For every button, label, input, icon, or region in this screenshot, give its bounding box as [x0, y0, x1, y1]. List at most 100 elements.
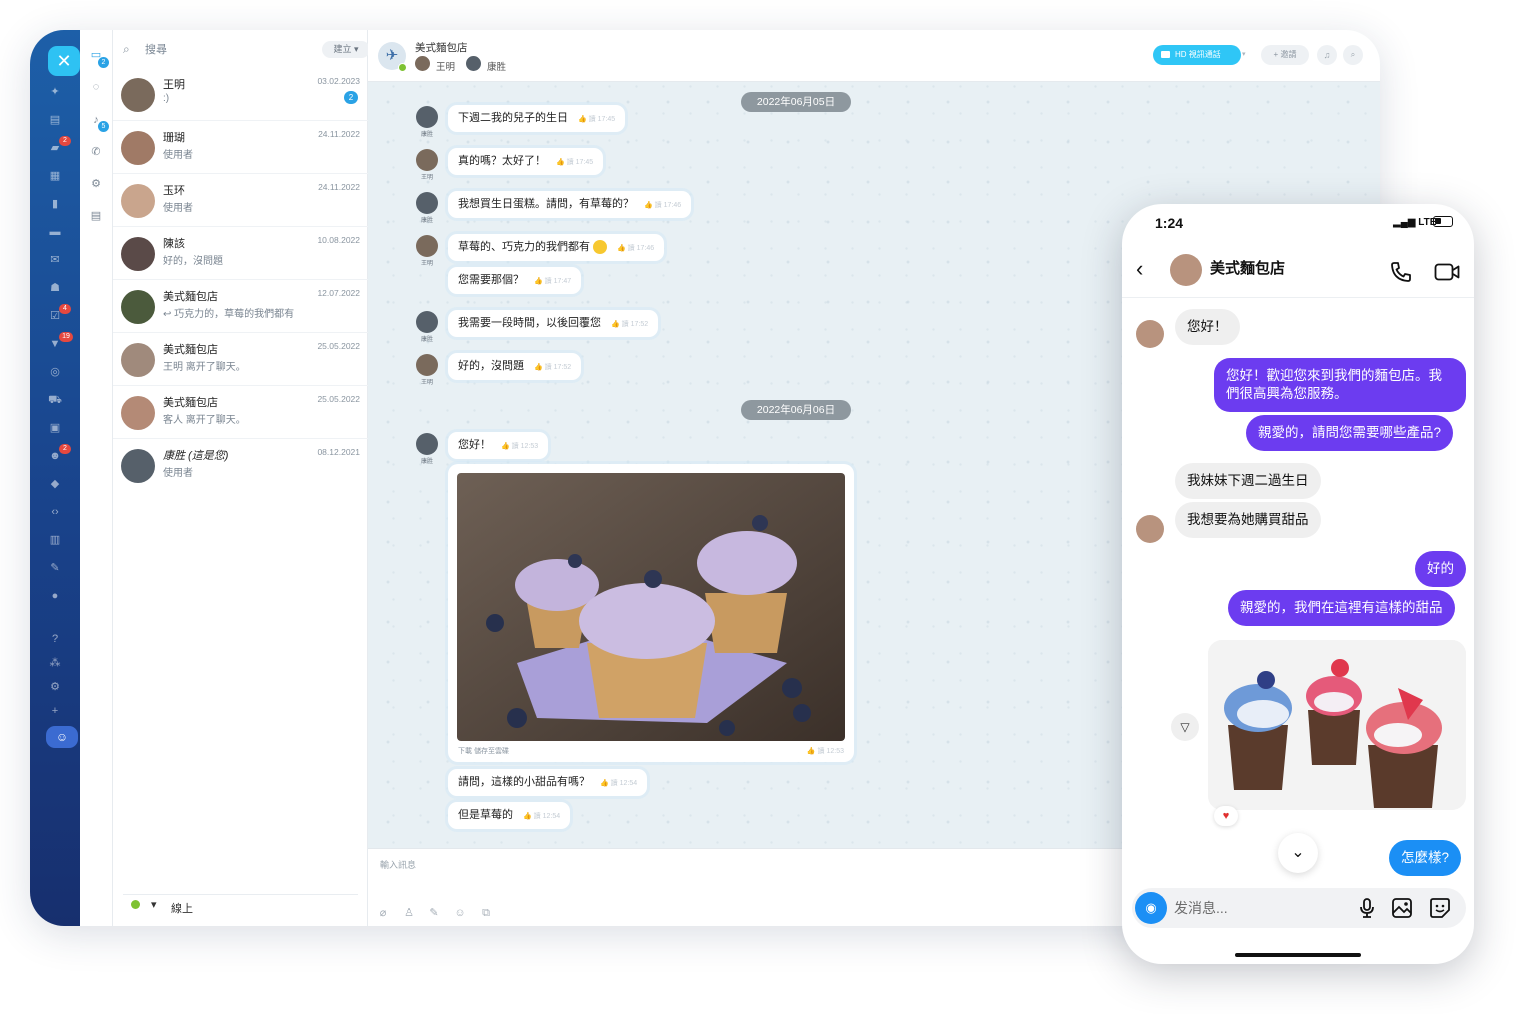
target-icon[interactable]: ◎ [48, 365, 62, 379]
gallery-icon[interactable] [1390, 896, 1414, 920]
attach-icon[interactable]: ⌀ [376, 906, 390, 920]
image-message[interactable]: 下載 儲存至雲碟 👍 讀 12:53 [448, 464, 854, 762]
phone-chat-title[interactable]: 美式麵包店 [1210, 257, 1285, 278]
battery-icon [1433, 216, 1453, 227]
contact-preview: 使用者 [163, 150, 193, 161]
contact-item[interactable]: 玉环 使用者 24.11.2022 [113, 174, 368, 227]
contact-item[interactable]: 美式麵包店 ↩ 巧克力的，草莓的我們都有 12.07.2022 [113, 280, 368, 333]
message-text: 您好！ [458, 439, 491, 451]
contact-date: 12.07.2022 [317, 288, 360, 298]
invite-button[interactable]: + 邀請 [1261, 45, 1309, 65]
message-bubble[interactable]: 您好！ 👍 讀 12:53 [448, 432, 549, 459]
help-icon[interactable]: ? [48, 632, 62, 646]
user-avatar-icon[interactable]: ☺ [46, 726, 78, 748]
tasks-icon[interactable]: ▤ [48, 113, 62, 127]
message-bubble[interactable]: 您好！ [1175, 309, 1240, 345]
message-bubble[interactable]: 真的嗎？太好了！ 👍 讀 17:45 [448, 148, 604, 175]
phone-icon[interactable]: ✆ [89, 145, 103, 159]
search-in-chat-icon[interactable]: ⌕ [1343, 45, 1363, 65]
message-bubble[interactable]: 親愛的，我們在這裡有這樣的甜品 [1228, 590, 1455, 626]
chevron-down-icon[interactable]: ▾ [1242, 45, 1252, 65]
person-icon[interactable]: ♙ [402, 906, 416, 920]
message-input[interactable] [380, 857, 980, 873]
contact-card-icon[interactable]: ▣ [48, 421, 62, 435]
copy-icon[interactable]: ⧉ [479, 906, 493, 920]
message-bubble[interactable]: 我妹妹下週二過生日 [1175, 463, 1321, 499]
message-time: 👍 讀 12:53 [806, 748, 844, 755]
avatar-caption: 康胜 [420, 459, 433, 465]
cube-icon[interactable]: ◆ [48, 477, 62, 491]
document-icon[interactable]: ▮ [48, 197, 62, 211]
activity-icon[interactable]: ✦ [48, 85, 62, 99]
cupcakes-image-message[interactable] [1208, 640, 1466, 810]
contact-preview: 使用者 [163, 203, 193, 214]
building-icon[interactable]: ▥ [48, 533, 62, 547]
message-text: 您需要那個？ [458, 274, 524, 286]
online-dot-icon [131, 900, 140, 909]
back-arrow-icon[interactable]: ‹ [1136, 258, 1152, 280]
close-icon[interactable]: ✕ [48, 46, 80, 76]
edit-icon[interactable]: ✎ [427, 906, 441, 920]
share-icon[interactable]: ▽ [1171, 713, 1199, 741]
message-bubble[interactable]: 我需要一段時間，以後回覆您 👍 讀 17:52 [448, 310, 659, 337]
cupcakes-photo[interactable] [457, 473, 845, 741]
gear-icon[interactable]: ⚙ [89, 177, 103, 191]
message-bubble[interactable]: 草莓的、巧克力的我們都有 👍 讀 17:46 [448, 234, 665, 261]
message-bubble[interactable]: 請問，這樣的小甜品有嗎？ 👍 讀 12:54 [448, 769, 648, 796]
code-icon[interactable]: ‹› [48, 505, 62, 519]
contact-item[interactable]: 美式麵包店 客人 离开了聊天。 25.05.2022 [113, 386, 368, 439]
emoji-icon[interactable]: ☺ [453, 906, 467, 920]
plus-icon[interactable]: + [48, 704, 62, 718]
message-bubble[interactable]: 下週二我的兒子的生日 👍 讀 17:45 [448, 105, 626, 132]
contact-item[interactable]: 珊瑚 使用者 24.11.2022 [113, 121, 368, 174]
message-bubble[interactable]: 我想買生日蛋糕。請問，有草莓的？ 👍 讀 17:46 [448, 191, 692, 218]
message-bubble[interactable]: 好的，沒問題 👍 讀 17:52 [448, 353, 582, 380]
message-bubble[interactable]: 怎麼樣? [1389, 840, 1462, 876]
contact-item[interactable]: 陳該 好的，沒問題 10.08.2022 [113, 227, 368, 280]
search-input[interactable] [145, 41, 265, 59]
image-actions[interactable]: 下載 儲存至雲碟 [458, 746, 509, 756]
colorful-cupcakes-photo[interactable] [1208, 640, 1466, 810]
contact-item[interactable]: 康胜 (這是您) 使用者 08.12.2021 [113, 439, 368, 492]
bell-icon[interactable]: ♫ [1317, 45, 1337, 65]
drive-icon[interactable]: ▬ [48, 225, 62, 239]
openlines-icon[interactable]: ◌ [89, 80, 103, 94]
message-bubble[interactable]: 但是草莓的 👍 讀 12:54 [448, 802, 571, 829]
smile-emoji-icon [593, 240, 607, 255]
message-bubble[interactable]: 親愛的，請問您需要哪些產品? [1246, 415, 1454, 451]
phone-call-icon[interactable] [1389, 260, 1413, 284]
chat-title[interactable]: 美式麵包店 [415, 40, 468, 55]
avatar [416, 311, 438, 333]
avatar [466, 56, 481, 71]
microphone-icon[interactable] [1355, 896, 1379, 920]
settings-icon[interactable]: ⚙ [48, 680, 62, 694]
contact-item[interactable]: 美式麵包店 王明 离开了聊天。 25.05.2022 [113, 333, 368, 386]
mail-icon[interactable]: ✉ [48, 253, 62, 267]
notes-icon[interactable]: ▤ [89, 209, 103, 223]
signature-icon[interactable]: ✎ [48, 561, 62, 575]
hd-video-call-button[interactable]: HD 視訊通話 [1153, 45, 1241, 65]
avatar [121, 237, 155, 271]
check-circle-icon[interactable]: ● [48, 589, 62, 603]
member-name: 康胜 [487, 62, 507, 73]
message-bubble[interactable]: 我想要為她購買甜品 [1175, 502, 1321, 538]
cart-icon[interactable]: ⛟ [48, 393, 62, 407]
avatar-caption: 王明 [420, 261, 433, 267]
groups-icon[interactable]: ☗ [48, 281, 62, 295]
calendar-icon[interactable]: ▦ [48, 169, 62, 183]
contact-date: 25.05.2022 [317, 341, 360, 351]
network-icon[interactable]: ⁂ [48, 656, 62, 670]
heart-reaction-icon[interactable]: ♥ [1214, 806, 1238, 826]
message-bubble[interactable]: 您需要那個？ 👍 讀 17:47 [448, 267, 582, 294]
avatar [121, 131, 155, 165]
chevron-down-icon[interactable]: ⌄ [1278, 833, 1318, 873]
message-bubble[interactable]: 您好！歡迎您來到我們的麵包店。我們很高興為您服務。 [1214, 358, 1466, 412]
phone-message-input[interactable] [1174, 898, 1344, 918]
create-button[interactable]: 建立 ▾ [322, 41, 370, 58]
avatar[interactable] [1170, 254, 1202, 286]
contact-item[interactable]: 王明 :) 03.02.2023 2 [113, 68, 368, 121]
message-bubble[interactable]: 好的 [1415, 551, 1466, 587]
video-call-icon[interactable] [1434, 262, 1460, 282]
sticker-icon[interactable] [1428, 896, 1452, 920]
camera-icon[interactable]: ◉ [1135, 892, 1167, 924]
